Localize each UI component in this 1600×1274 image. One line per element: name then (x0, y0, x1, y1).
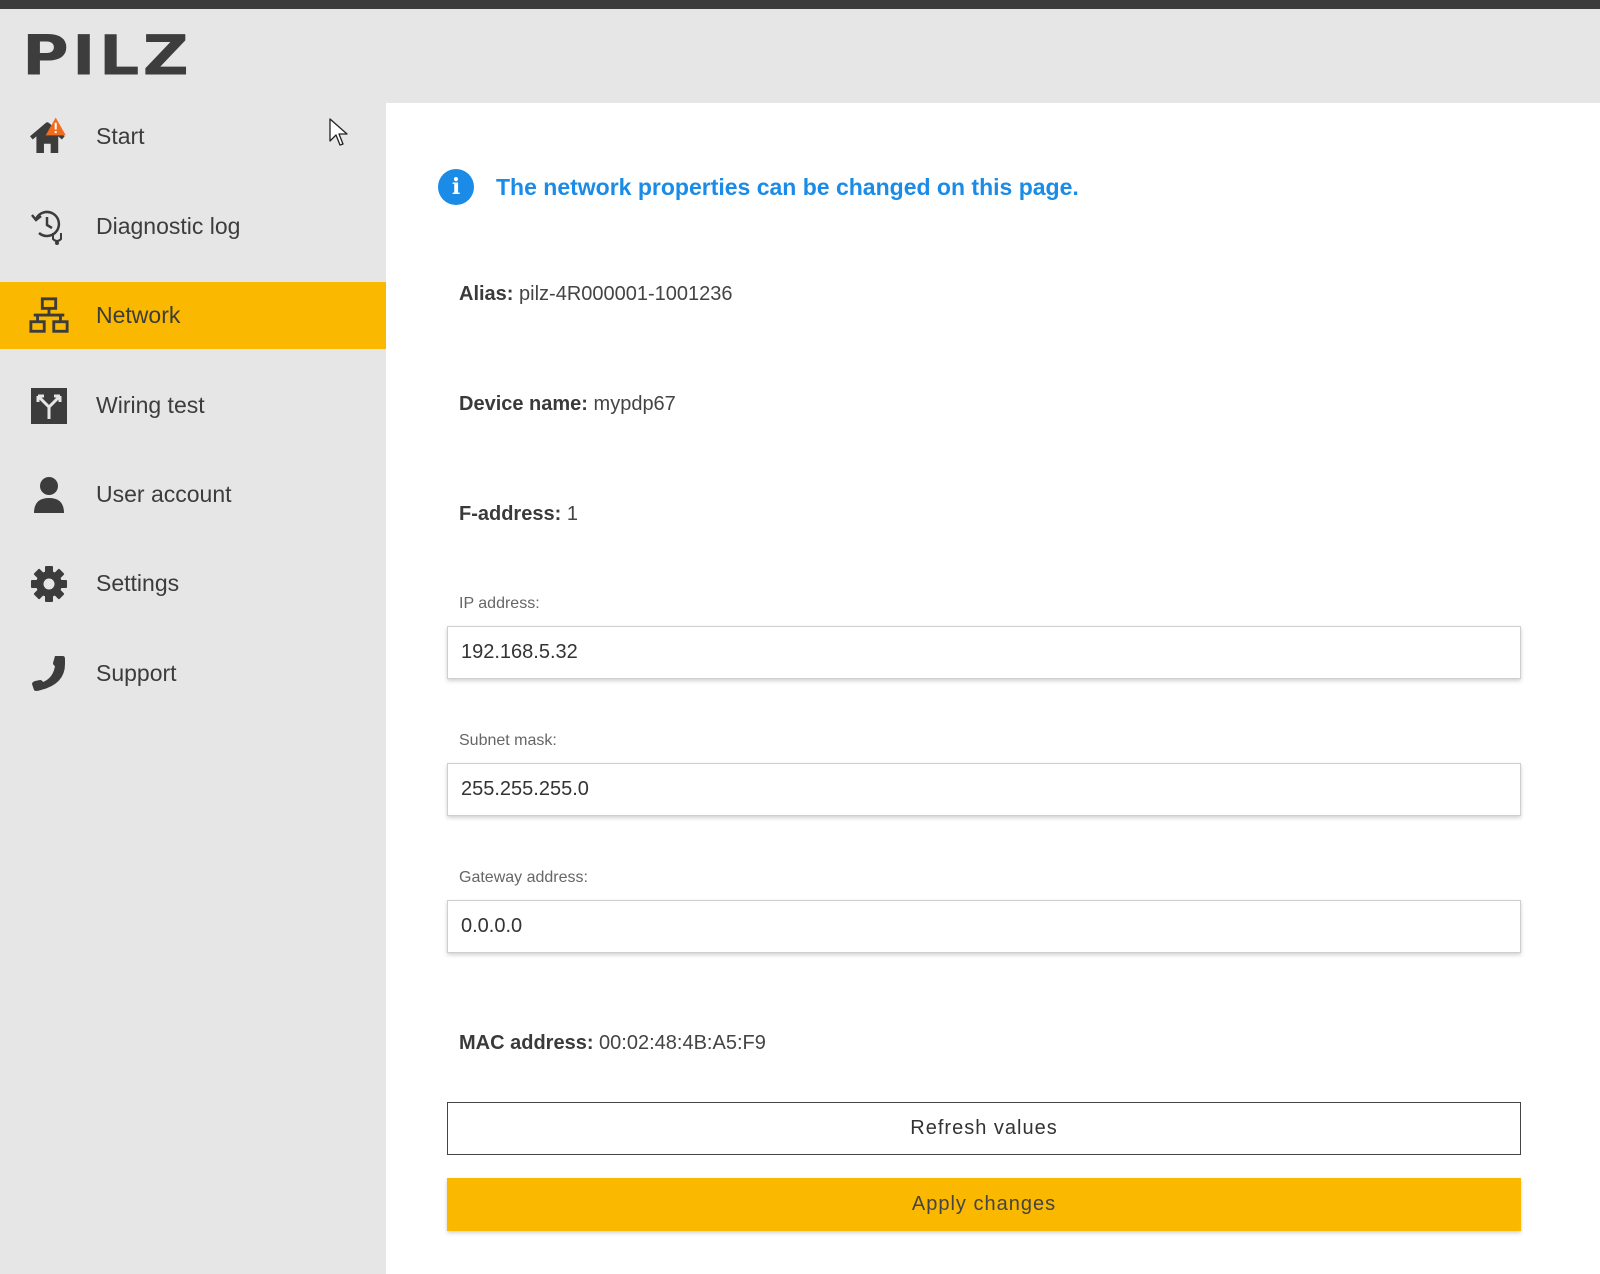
diagnostic-log-icon (28, 206, 70, 248)
sidebar-item-label: Start (96, 123, 145, 149)
info-icon: i (438, 169, 474, 205)
ip-address-label: IP address: (459, 595, 540, 612)
window-top-border (0, 0, 1600, 9)
sidebar-item-label: Support (96, 660, 177, 686)
device-name-row: Device name: mypdp67 (459, 393, 676, 416)
gateway-address-label: Gateway address: (459, 869, 588, 886)
sidebar-item-label: Settings (96, 570, 180, 596)
mouse-cursor-icon (329, 118, 348, 146)
pilz-logo: PILZ (22, 24, 192, 89)
sidebar-item-support[interactable]: Support (0, 640, 386, 707)
gear-icon (28, 563, 70, 605)
apply-changes-button[interactable]: Apply changes (447, 1178, 1521, 1231)
sidebar: Start Diagnostic log Network Wiring test… (0, 103, 386, 1274)
ip-address-input[interactable] (447, 626, 1521, 679)
device-name-label: Device name: (459, 393, 588, 415)
user-icon (28, 474, 70, 516)
mac-address-value: 00:02:48:4B:A5:F9 (599, 1032, 766, 1054)
alias-value: pilz-4R000001-1001236 (519, 283, 733, 305)
f-address-row: F-address: 1 (459, 503, 578, 526)
alias-label: Alias: (459, 283, 514, 305)
sidebar-item-label: Wiring test (96, 392, 205, 418)
phone-icon (28, 653, 70, 695)
info-banner: i The network properties can be changed … (438, 169, 1079, 205)
mac-address-label: MAC address: (459, 1032, 594, 1054)
info-message: The network properties can be changed on… (496, 173, 1079, 200)
mac-address-row: MAC address: 00:02:48:4B:A5:F9 (459, 1032, 766, 1055)
sidebar-item-label: Network (96, 302, 181, 328)
main-content: i The network properties can be changed … (386, 103, 1600, 1274)
sidebar-item-user-account[interactable]: User account (0, 461, 386, 528)
sidebar-item-label: Diagnostic log (96, 213, 241, 239)
sidebar-item-wiring-test[interactable]: Wiring test (0, 372, 386, 439)
header: PILZ (0, 9, 1600, 103)
alias-row: Alias: pilz-4R000001-1001236 (459, 283, 733, 306)
subnet-mask-label: Subnet mask: (459, 732, 557, 749)
refresh-values-button[interactable]: Refresh values (447, 1102, 1521, 1155)
home-warning-icon (28, 116, 70, 158)
network-icon (28, 295, 70, 337)
sidebar-item-diagnostic-log[interactable]: Diagnostic log (0, 193, 386, 260)
f-address-label: F-address: (459, 503, 562, 525)
sidebar-item-settings[interactable]: Settings (0, 550, 386, 617)
f-address-value: 1 (566, 503, 578, 525)
gateway-address-input[interactable] (447, 900, 1521, 953)
sidebar-item-label: User account (96, 481, 232, 507)
device-name-value: mypdp67 (593, 393, 676, 415)
sidebar-item-network[interactable]: Network (0, 282, 386, 349)
subnet-mask-input[interactable] (447, 763, 1521, 816)
wiring-test-icon (28, 385, 70, 427)
